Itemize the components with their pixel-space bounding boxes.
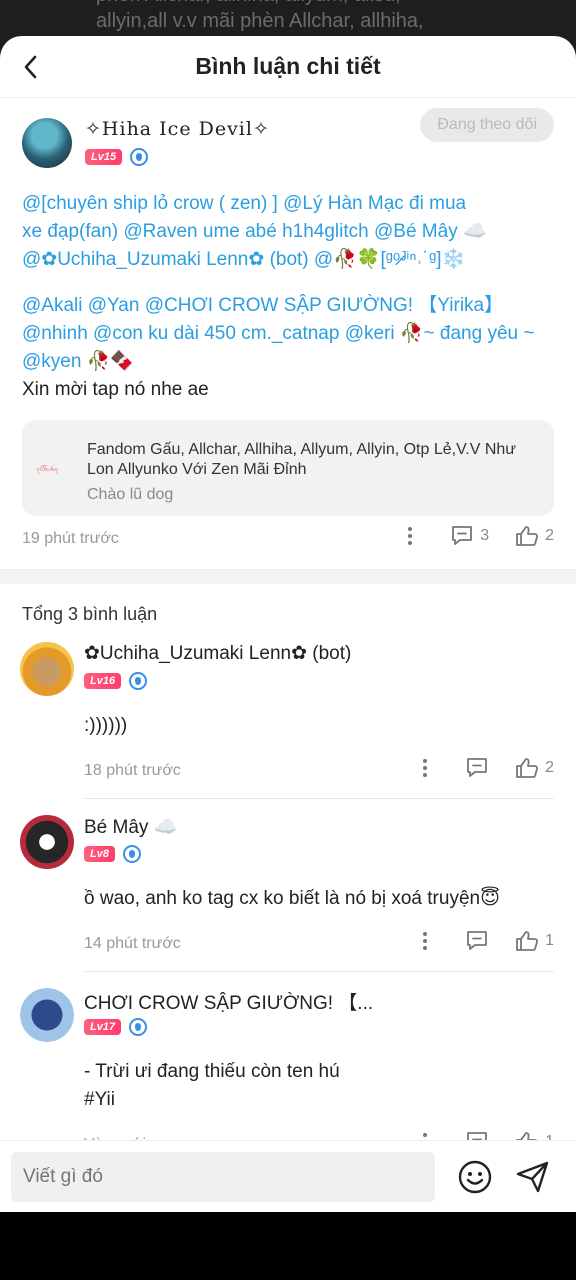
commenter-badges: Lv16 bbox=[84, 668, 554, 694]
emoji-icon bbox=[458, 1160, 492, 1194]
main-post: ✧Hiha Ice Devil✧ Lv15 Đang theo dõi @[ch… bbox=[0, 98, 576, 568]
level-badge: Lv16 bbox=[84, 673, 122, 689]
commenter-name[interactable]: Bé Mây ☁️ bbox=[84, 811, 554, 841]
header: Bình luận chi tiết bbox=[0, 36, 576, 98]
reply-button[interactable] bbox=[465, 757, 489, 779]
story-subtitle: Chào lũ dog bbox=[87, 486, 174, 503]
more-dots-icon bbox=[413, 756, 437, 780]
avatar[interactable] bbox=[20, 988, 74, 1042]
mention-line[interactable]: @nhinh @con ku dài 450 cm._catnap @keri … bbox=[22, 320, 554, 348]
comment-time: 14 phút trước bbox=[84, 935, 181, 952]
like-count: 1 bbox=[545, 932, 554, 949]
verified-shield-icon bbox=[122, 845, 141, 863]
comment-button[interactable]: 3 bbox=[450, 525, 489, 547]
like-icon bbox=[516, 931, 539, 951]
post-time: 19 phút trước bbox=[22, 530, 119, 547]
more-dots-icon bbox=[413, 929, 437, 953]
like-button[interactable]: 1 bbox=[515, 930, 554, 952]
author-badges: Lv15 bbox=[85, 148, 149, 166]
following-button[interactable]: Đang theo dõi bbox=[420, 108, 554, 142]
comment-text-line: #Yii bbox=[84, 1089, 115, 1110]
linked-story-card[interactable]: ꪖꪶꪶꫝꪱꫝꪖ Fandom Gấu, Allchar, Allhiha, Al… bbox=[22, 420, 554, 516]
post-body: @[chuyên ship lỏ crow ( zen) ] @Lý Hàn M… bbox=[22, 190, 554, 404]
send-icon bbox=[516, 1161, 549, 1193]
level-badge: Lv8 bbox=[84, 846, 115, 862]
commenter-name[interactable]: ✿Uchiha_Uzumaki Lenn✿ (bot) bbox=[84, 638, 554, 668]
comment-count: 3 bbox=[480, 527, 490, 544]
reply-button[interactable] bbox=[465, 930, 489, 952]
avatar[interactable] bbox=[20, 815, 74, 869]
commenter-badges: Lv17 bbox=[84, 1014, 554, 1040]
mention-line[interactable]: @✿Uchiha_Uzumaki Lenn✿ (bot) @🥀🍀[ᵍᵒ̷ᴶⁱⁿ˒… bbox=[22, 246, 554, 274]
post-actions: 3 2 bbox=[398, 524, 554, 548]
like-icon bbox=[516, 526, 539, 546]
mention-line[interactable]: @Akali @Yan @CHƠI CROW SẬP GIƯỜNG! 【Yiri… bbox=[22, 292, 554, 320]
commenter-badges: Lv8 bbox=[84, 841, 554, 867]
more-button[interactable] bbox=[413, 929, 437, 953]
comment-text: ồ wao, anh ko tag cx ko biết là nó bị xo… bbox=[84, 888, 500, 909]
more-button[interactable] bbox=[413, 756, 437, 780]
like-count: 2 bbox=[545, 527, 554, 544]
avatar[interactable] bbox=[20, 642, 74, 696]
comments-total: Tổng 3 bình luận bbox=[22, 604, 158, 624]
comment-time: 18 phút trước bbox=[84, 762, 181, 779]
comment-icon bbox=[452, 526, 473, 545]
more-button[interactable] bbox=[398, 524, 422, 548]
mention-line[interactable]: @[chuyên ship lỏ crow ( zen) ] @Lý Hàn M… bbox=[22, 190, 554, 218]
like-icon bbox=[516, 758, 539, 778]
mention-paragraph-1: @[chuyên ship lỏ crow ( zen) ] @Lý Hàn M… bbox=[22, 190, 554, 274]
like-count: 2 bbox=[545, 759, 554, 776]
section-divider bbox=[0, 569, 576, 584]
mention-line[interactable]: xe đạp(fan) @Raven ume abé h1h4glitch @B… bbox=[22, 218, 554, 246]
story-title: Fandom Gấu, Allchar, Allhiha, Allyum, Al… bbox=[87, 441, 517, 478]
comment-actions: 2 bbox=[413, 756, 554, 780]
send-button[interactable] bbox=[514, 1159, 552, 1195]
post-message: Xin mời tap nó nhe ae bbox=[22, 379, 209, 400]
comment-meta: 14 phút trước 1 bbox=[84, 919, 554, 971]
commenter-name[interactable]: CHƠI CROW SẬP GIƯỜNG! 【... bbox=[84, 984, 554, 1014]
page-title: Bình luận chi tiết bbox=[195, 53, 381, 79]
more-dots-icon bbox=[398, 524, 422, 548]
comment-text: - Trừi ưi đang thiếu còn ten hú #Yii bbox=[84, 1058, 554, 1114]
like-button[interactable]: 2 bbox=[515, 757, 554, 779]
comment-meta: 18 phút trước 2 bbox=[84, 746, 554, 798]
level-badge: Lv17 bbox=[84, 1019, 122, 1035]
verified-shield-icon bbox=[129, 672, 148, 690]
post-meta: 19 phút trước 3 2 bbox=[22, 516, 554, 568]
avatar[interactable] bbox=[22, 118, 72, 168]
comment-item: ✿Uchiha_Uzumaki Lenn✿ (bot) Lv16 :))))))… bbox=[0, 638, 576, 798]
story-thumbnail: ꪖꪶꪶꫝꪱꫝꪖ bbox=[36, 456, 72, 480]
level-badge: Lv15 bbox=[85, 149, 123, 165]
comment-text-line: - Trừi ưi đang thiếu còn ten hú bbox=[84, 1061, 340, 1082]
comment-input[interactable] bbox=[11, 1152, 435, 1202]
comment-text: :)))))) bbox=[84, 715, 128, 736]
author-name[interactable]: ✧Hiha Ice Devil✧ bbox=[85, 118, 270, 140]
verified-shield-icon bbox=[129, 1018, 148, 1036]
thumbnail-text: ꪖꪶꪶꫝꪱꫝꪖ bbox=[36, 467, 59, 473]
mention-line[interactable]: @kyen 🥀🍫 bbox=[22, 348, 554, 376]
backdrop-text: phèn Allchar, allhiha, allyum, allsu, al… bbox=[96, 0, 424, 32]
emoji-button[interactable] bbox=[457, 1159, 493, 1195]
comment-divider bbox=[84, 971, 554, 972]
comment-icon bbox=[467, 758, 487, 777]
comment-actions: 1 bbox=[413, 929, 554, 953]
mention-paragraph-2: @Akali @Yan @CHƠI CROW SẬP GIƯỜNG! 【Yiri… bbox=[22, 292, 554, 404]
verified-shield-icon bbox=[130, 148, 149, 166]
post-author-row: ✧Hiha Ice Devil✧ Lv15 Đang theo dõi bbox=[22, 98, 554, 180]
comment-divider bbox=[84, 798, 554, 799]
comment-icon bbox=[467, 931, 487, 950]
comment-detail-sheet: Bình luận chi tiết ✧Hiha Ice Devil✧ Lv15… bbox=[0, 36, 576, 1212]
comment-item: Bé Mây ☁️ Lv8 ồ wao, anh ko tag cx ko bi… bbox=[0, 811, 576, 971]
like-button[interactable]: 2 bbox=[515, 525, 554, 547]
comment-input-bar bbox=[0, 1140, 576, 1212]
